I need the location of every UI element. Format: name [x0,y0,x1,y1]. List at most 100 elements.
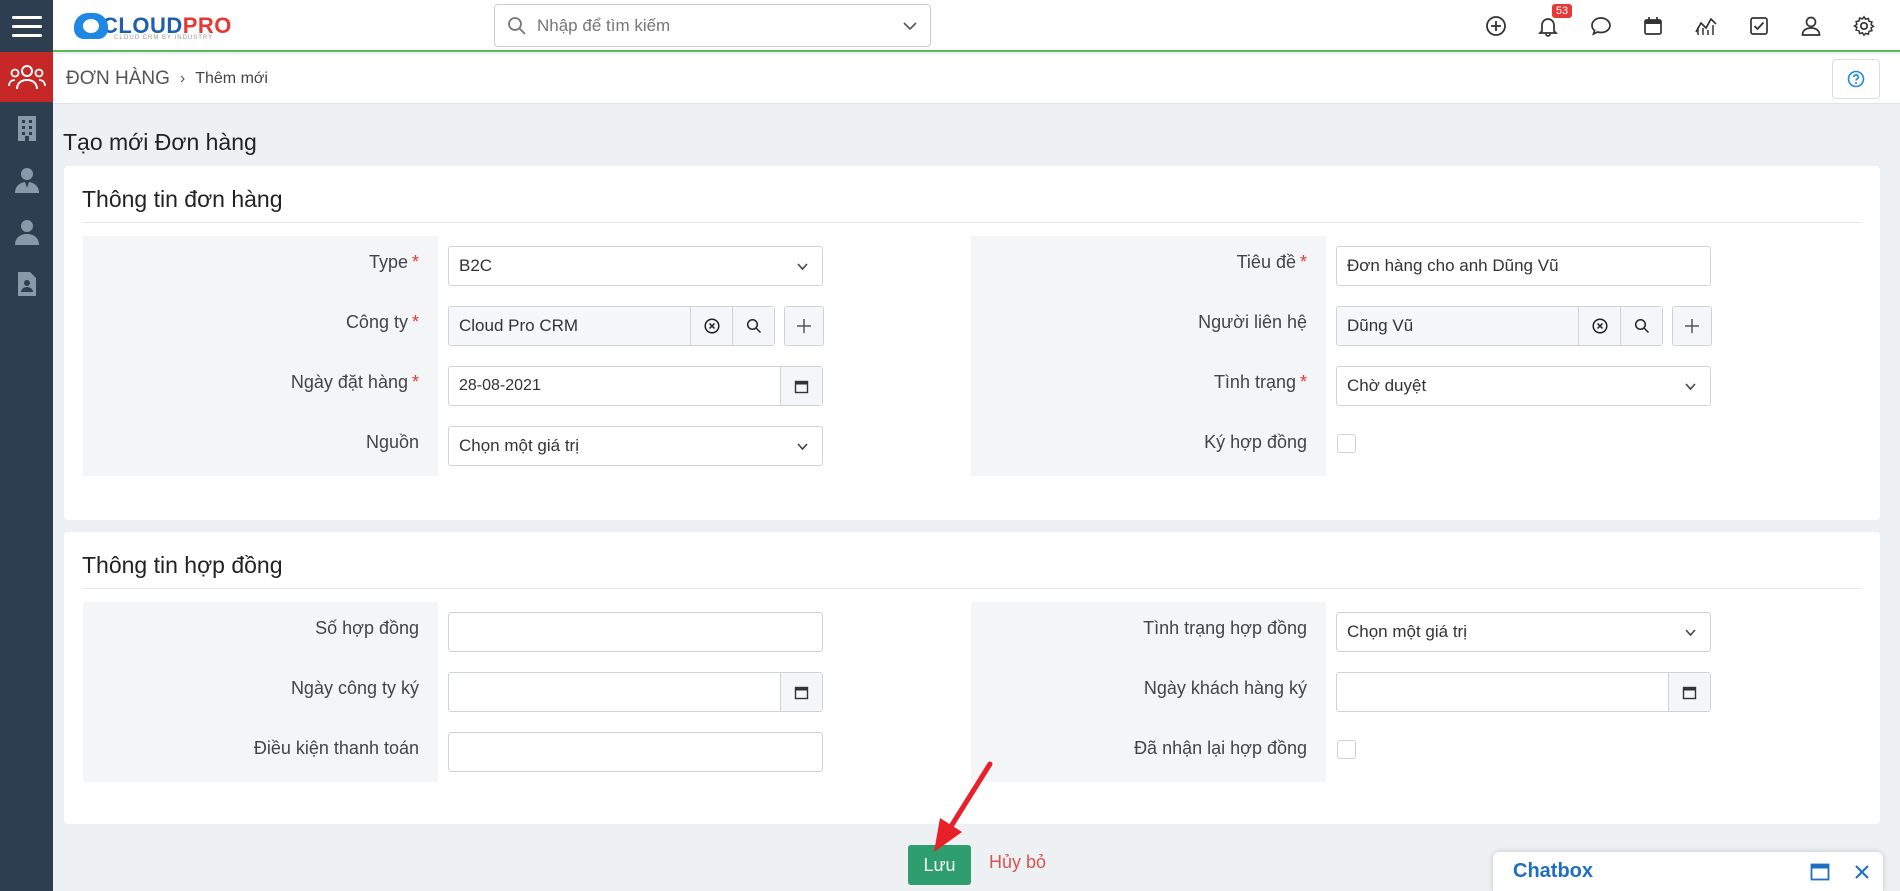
chevron-right-icon: › [179,69,186,87]
calendar-button[interactable] [1627,0,1680,52]
customer-sign-date-picker-button[interactable] [1668,673,1710,711]
add-company-button[interactable] [784,306,824,346]
search-icon [508,16,526,35]
users-group-icon [7,65,46,90]
status-select[interactable]: Chờ duyệt [1336,366,1711,406]
settings-button[interactable] [1837,0,1890,52]
source-select[interactable]: Chọn một giá trị [448,426,823,466]
search-placeholder: Nhập để tìm kiếm [537,15,671,35]
clear-circle-icon [703,318,720,334]
sidebar-item-contacts[interactable] [0,206,53,258]
clear-circle-icon [1591,318,1608,334]
type-label: Type * [368,252,419,272]
signed-label: Ký hợp đồng [1204,432,1307,452]
contact-file-icon [17,272,36,296]
contract-number-label: Số hợp đồng [315,618,419,638]
person-icon [14,220,39,245]
order-info-heading: Thông tin đơn hàng [82,186,283,212]
building-icon [17,116,36,141]
chatbox-widget[interactable]: Chatbox [1493,852,1883,891]
breadcrumb: ĐƠN HÀNG › Thêm mới [53,54,1900,104]
chevron-down-icon [1684,382,1696,390]
page-title: Tạo mới Đơn hàng [63,129,257,155]
clear-contact-button[interactable] [1578,307,1620,345]
messages-button[interactable] [1574,0,1627,52]
customer-sign-date-field[interactable] [1336,672,1711,712]
breadcrumb-module-link[interactable]: ĐƠN HÀNG [66,68,170,90]
type-select[interactable]: B2C [448,246,823,286]
close-chatbox-button[interactable] [1841,864,1883,880]
user-icon [1801,16,1821,36]
sidebar-item-customers[interactable] [0,52,53,102]
help-button[interactable] [1832,59,1880,99]
bell-icon [1538,18,1559,37]
chat-bubble-icon [1590,17,1611,36]
payment-terms-input[interactable] [448,732,823,772]
company-sign-date-field[interactable] [448,672,823,712]
contract-status-select[interactable]: Chọn một giá trị [1336,612,1711,652]
add-circle-icon [1485,16,1506,36]
app-logo[interactable]: CLOUDPRO CLOUD CRM BY INDUSTRY [74,8,232,44]
clear-company-button[interactable] [690,307,732,345]
checkbox-icon [1749,17,1768,35]
window-maximize-icon [1810,863,1830,880]
calendar-icon [1682,686,1697,699]
chart-icon [1695,17,1717,35]
contract-status-label: Tình trạng hợp đồng [1143,618,1307,638]
red-arrow-annotation [934,761,993,852]
customer-sign-date-label: Ngày khách hàng ký [1143,678,1307,698]
search-icon [746,318,761,334]
cloud-logo-icon [74,13,108,39]
top-bar: CLOUDPRO CLOUD CRM BY INDUSTRY Nhập để t… [0,0,1900,52]
order-info-panel: Thông tin đơn hàng Type * B2C Công ty * Cl… [64,166,1880,520]
chevron-down-icon[interactable] [902,18,918,34]
notifications-button[interactable]: 53 [1522,0,1575,52]
company-label: Công ty * [345,312,419,332]
sidebar-item-agents[interactable] [0,154,53,206]
maximize-chatbox-button[interactable] [1799,863,1841,881]
order-date-label: Ngày đặt hàng * [290,372,419,392]
sidebar-item-organizations[interactable] [0,102,53,154]
contract-received-label: Đã nhận lại hợp đồng [1134,738,1307,758]
title-input[interactable]: Đơn hàng cho anh Dũng Vũ [1336,246,1711,286]
sidebar-item-documents[interactable] [0,258,53,310]
status-label: Tình trạng * [1213,372,1307,392]
order-date-field[interactable]: 28-08-2021 [448,366,823,406]
reports-button[interactable] [1680,0,1733,52]
payment-terms-label: Điều kiện thanh toán [253,738,419,758]
chevron-down-icon [796,262,808,270]
sidebar [0,52,53,891]
contract-number-input[interactable] [448,612,823,652]
chevron-down-icon [796,442,808,450]
breadcrumb-current: Thêm mới [195,69,268,87]
chevron-down-icon [1684,628,1696,636]
contract-info-heading: Thông tin hợp đồng [82,552,283,578]
close-icon [1855,864,1869,879]
gear-icon [1852,15,1875,37]
menu-toggle-button[interactable] [0,0,53,52]
search-icon [1634,318,1649,334]
order-date-picker-button[interactable] [780,367,822,405]
question-circle-icon [1847,70,1865,88]
global-search-input[interactable]: Nhập để tìm kiếm [494,4,931,47]
calendar-icon [1644,17,1663,35]
contact-field[interactable]: Dũng Vũ [1336,306,1663,346]
quick-add-button[interactable] [1469,0,1522,52]
add-contact-button[interactable] [1672,306,1712,346]
agent-icon [14,168,39,193]
company-sign-date-label: Ngày công ty ký [290,678,419,698]
search-contact-button[interactable] [1620,307,1662,345]
tasks-button[interactable] [1732,0,1785,52]
plus-icon [1685,319,1699,333]
calendar-icon [794,686,809,699]
company-sign-date-picker-button[interactable] [780,673,822,711]
source-label: Nguồn [365,432,419,452]
cancel-link[interactable]: Hủy bỏ [989,852,1046,873]
notification-count-badge: 53 [1551,4,1573,18]
chatbox-title: Chatbox [1513,860,1593,882]
signed-checkbox[interactable] [1337,434,1356,453]
contract-received-checkbox[interactable] [1337,740,1356,759]
profile-button[interactable] [1785,0,1838,52]
company-field[interactable]: Cloud Pro CRM [448,306,775,346]
search-company-button[interactable] [732,307,774,345]
